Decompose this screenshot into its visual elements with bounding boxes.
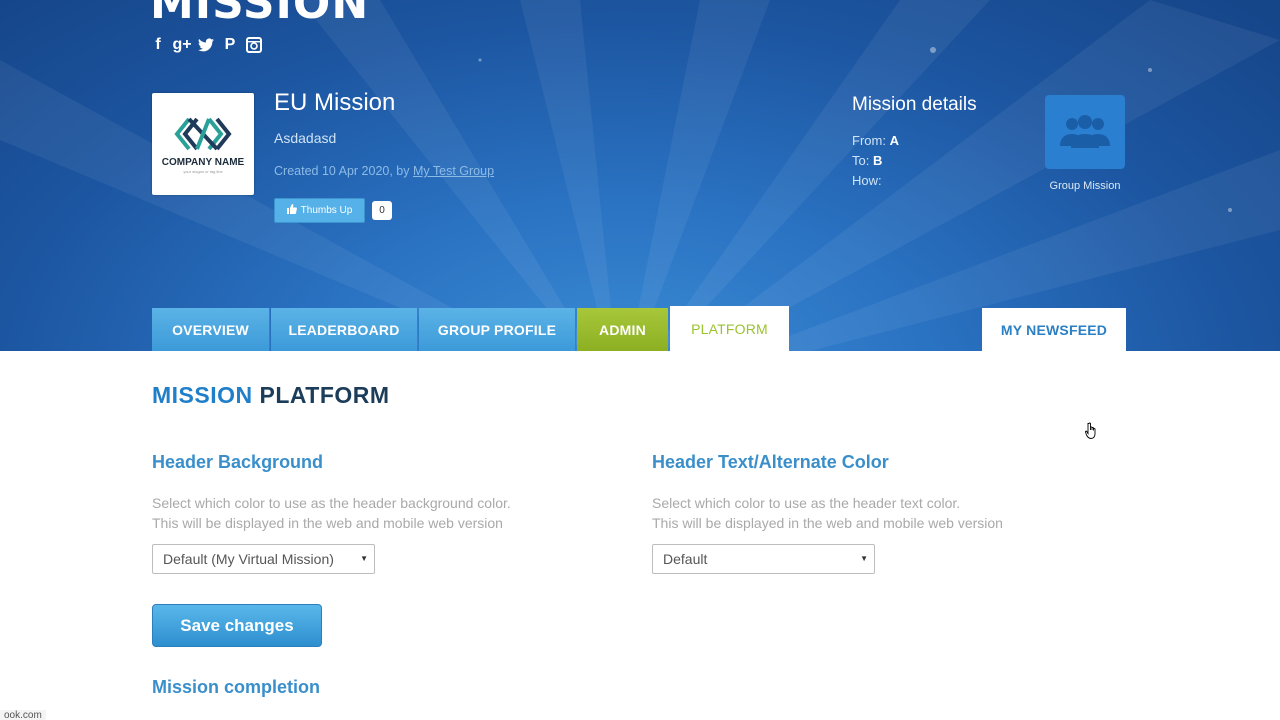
header-background-desc-line2: This will be displayed in the web and mo… [152,515,503,531]
group-logo: COMPANY NAME your slogan or tag line [152,93,254,195]
thumbs-up-label: Thumbs Up [300,205,353,216]
page-title-accent: MISSION [152,382,253,408]
thumbs-up-icon [286,204,297,217]
social-links: f g+ P [150,36,262,54]
mission-header: MISSION f g+ P COMPANY NAME your slogan … [0,0,1280,351]
detail-how: How: [852,173,882,188]
header-text-desc-line1: Select which color to use as the header … [652,495,961,511]
facebook-icon[interactable]: f [150,36,166,54]
header-background-desc-line1: Select which color to use as the header … [152,495,511,511]
mission-title: EU Mission [274,89,396,116]
browser-status-url: ook.com [0,710,46,720]
header-text-color-select[interactable]: Default ▼ [652,544,875,574]
hand-cursor-icon [1085,422,1096,439]
header-background-description: Select which color to use as the header … [152,493,511,533]
dropdown-caret-icon: ▼ [360,554,368,563]
logo-company-name: COMPANY NAME [161,156,245,168]
tab-platform[interactable]: PLATFORM [670,306,789,351]
created-by-link[interactable]: My Test Group [413,164,494,178]
twitter-icon[interactable] [198,36,214,54]
header-text-color-description: Select which color to use as the header … [652,493,1003,533]
header-background-selected: Default (My Virtual Mission) [163,551,334,567]
brand-logo-text[interactable]: MISSION [150,0,369,29]
dropdown-caret-icon: ▼ [860,554,868,563]
group-mission-icon[interactable] [1045,95,1125,169]
thumbs-up-count: 0 [372,201,392,220]
mission-details-title: Mission details [852,94,977,115]
tab-group-profile[interactable]: GROUP PROFILE [419,308,576,351]
header-text-desc-line2: This will be displayed in the web and mo… [652,515,1003,531]
logo-slogan: your slogan or tag line [183,168,223,174]
mission-created-info: Created 10 Apr 2020, by My Test Group [274,164,494,178]
mission-completion-title: Mission completion [152,677,321,697]
detail-from: From: A [852,133,899,148]
detail-to-value: B [872,153,883,168]
page-title-rest: PLATFORM [259,382,390,408]
tab-leaderboard[interactable]: LEADERBOARD [271,308,418,351]
created-date-text: Created 10 Apr 2020, by [274,164,413,178]
group-mission-label: Group Mission [1049,180,1121,192]
instagram-icon[interactable] [246,36,262,54]
pinterest-icon[interactable]: P [222,36,238,54]
header-background-title: Header Background [152,452,324,472]
save-changes-button[interactable]: Save changes [152,604,322,647]
detail-to: To: B [852,153,882,168]
company-diamond-icon [174,117,232,150]
tab-my-newsfeed[interactable]: MY NEWSFEED [982,308,1126,351]
page-title: MISSION PLATFORM [152,382,390,409]
detail-how-label: How: [852,173,882,188]
detail-from-label: From: [852,133,886,148]
tab-admin[interactable]: ADMIN [577,308,668,351]
tab-overview[interactable]: OVERVIEW [152,308,270,351]
detail-to-label: To: [852,153,870,168]
header-text-color-title: Header Text/Alternate Color [652,452,889,472]
detail-from-value: A [889,133,899,148]
header-background-select[interactable]: Default (My Virtual Mission) ▼ [152,544,375,574]
thumbs-up-button[interactable]: Thumbs Up [274,198,365,223]
header-text-color-selected: Default [663,551,708,567]
google-plus-icon[interactable]: g+ [172,36,191,54]
mission-subtitle: Asdadasd [274,130,337,146]
